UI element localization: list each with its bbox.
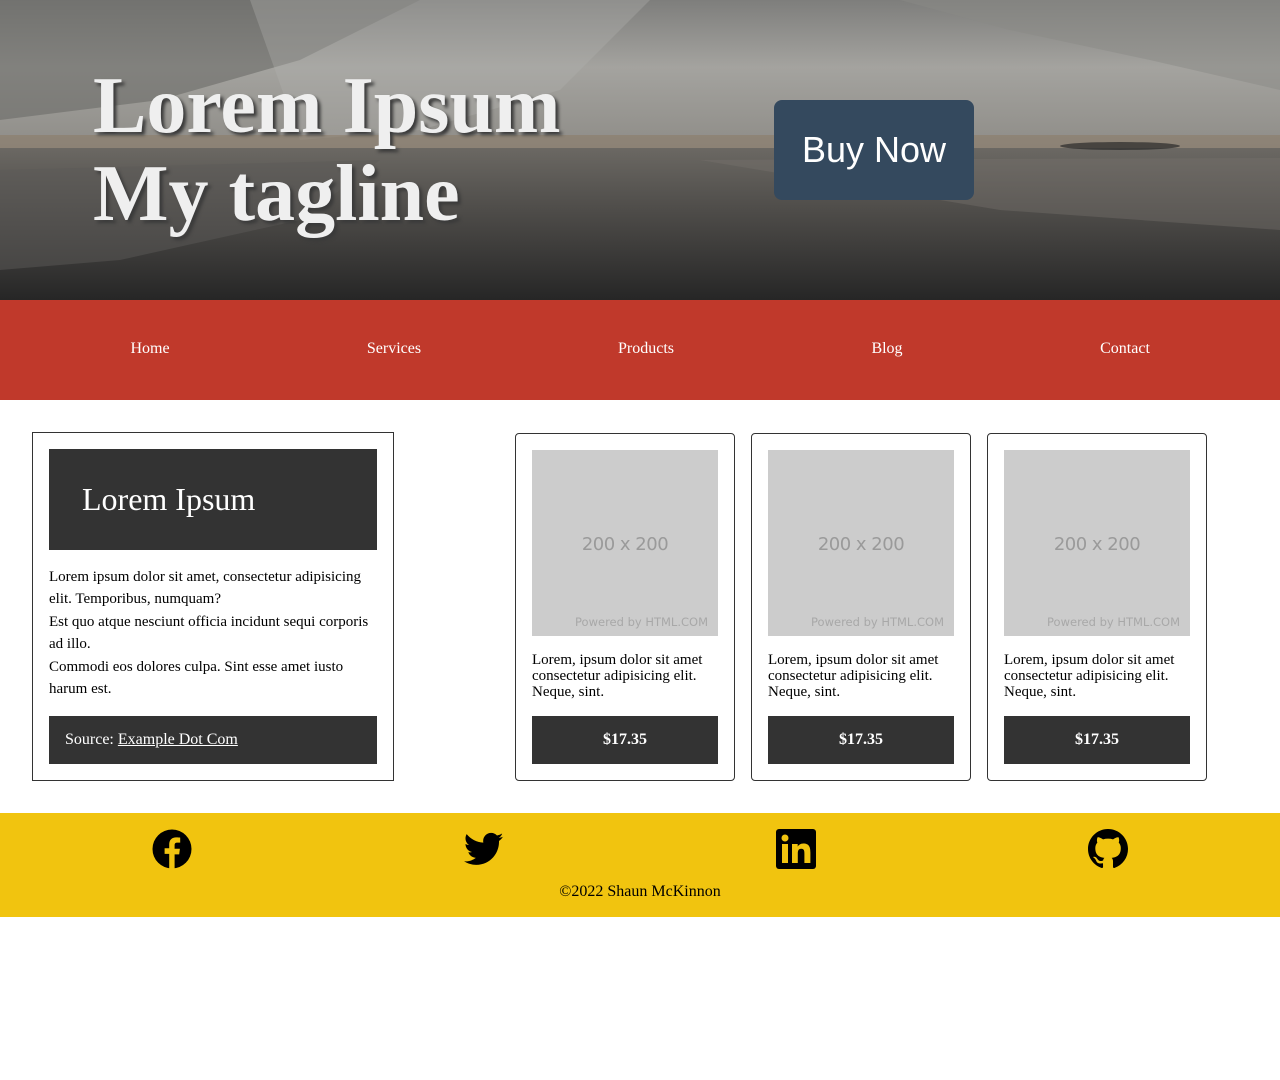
copyright-text: ©2022 Shaun McKinnon: [559, 883, 721, 900]
article-source: Source: Example Dot Com: [49, 716, 377, 764]
twitter-icon[interactable]: [464, 829, 504, 869]
main-nav: Home Services Products Blog Contact: [0, 300, 1280, 400]
product-price-button[interactable]: $17.35: [1004, 716, 1190, 764]
placeholder-credit: Powered by HTML.COM: [575, 615, 708, 629]
linkedin-icon[interactable]: [776, 829, 816, 869]
nav-item-home[interactable]: Home: [130, 340, 169, 358]
product-card: 200 x 200 Powered by HTML.COM Lorem, ips…: [515, 433, 735, 781]
hero-title-line1: Lorem Ipsum: [93, 62, 561, 150]
hero-tagline: My tagline: [93, 150, 460, 238]
product-description: Lorem, ipsum dolor sit amet consectetur …: [768, 652, 939, 700]
product-description: Lorem, ipsum dolor sit amet consectetur …: [1004, 652, 1175, 700]
article-paragraph: Lorem ipsum dolor sit amet, consectetur …: [49, 569, 362, 608]
product-card: 200 x 200 Powered by HTML.COM Lorem, ips…: [987, 433, 1207, 781]
buy-now-button[interactable]: Buy Now: [774, 100, 974, 200]
placeholder-credit: Powered by HTML.COM: [1047, 615, 1180, 629]
nav-item-contact[interactable]: Contact: [1100, 340, 1150, 358]
source-label: Source:: [65, 731, 114, 748]
source-link[interactable]: Example Dot Com: [118, 731, 238, 749]
product-price-button[interactable]: $17.35: [532, 716, 718, 764]
article-body: Lorem ipsum dolor sit amet, consectetur …: [49, 566, 377, 700]
product-card: 200 x 200 Powered by HTML.COM Lorem, ips…: [751, 433, 971, 781]
product-price-button[interactable]: $17.35: [768, 716, 954, 764]
product-image-placeholder: 200 x 200 Powered by HTML.COM: [1004, 450, 1190, 636]
github-icon[interactable]: [1088, 829, 1128, 869]
placeholder-dimensions: 200 x 200: [1053, 534, 1141, 555]
article-header: Lorem Ipsum: [49, 449, 377, 550]
placeholder-dimensions: 200 x 200: [817, 534, 905, 555]
hero-banner: Lorem Ipsum My tagline Buy Now: [0, 0, 1280, 300]
nav-item-blog[interactable]: Blog: [871, 340, 902, 358]
placeholder-dimensions: 200 x 200: [581, 534, 669, 555]
nav-item-services[interactable]: Services: [367, 340, 421, 358]
product-description: Lorem, ipsum dolor sit amet consectetur …: [532, 652, 703, 700]
site-footer: ©2022 Shaun McKinnon: [0, 813, 1280, 917]
hero-title: Lorem Ipsum My tagline: [93, 62, 560, 238]
article-card: Lorem Ipsum Lorem ipsum dolor sit amet, …: [32, 432, 394, 781]
product-image-placeholder: 200 x 200 Powered by HTML.COM: [532, 450, 718, 636]
product-image-placeholder: 200 x 200 Powered by HTML.COM: [768, 450, 954, 636]
facebook-icon[interactable]: [152, 829, 192, 869]
article-paragraph: Commodi eos dolores culpa. Sint esse ame…: [49, 658, 344, 698]
placeholder-credit: Powered by HTML.COM: [811, 615, 944, 629]
nav-item-products[interactable]: Products: [618, 340, 674, 358]
article-heading: Lorem Ipsum: [82, 481, 256, 517]
article-paragraph: Est quo atque nesciunt officia incidunt …: [49, 613, 369, 653]
